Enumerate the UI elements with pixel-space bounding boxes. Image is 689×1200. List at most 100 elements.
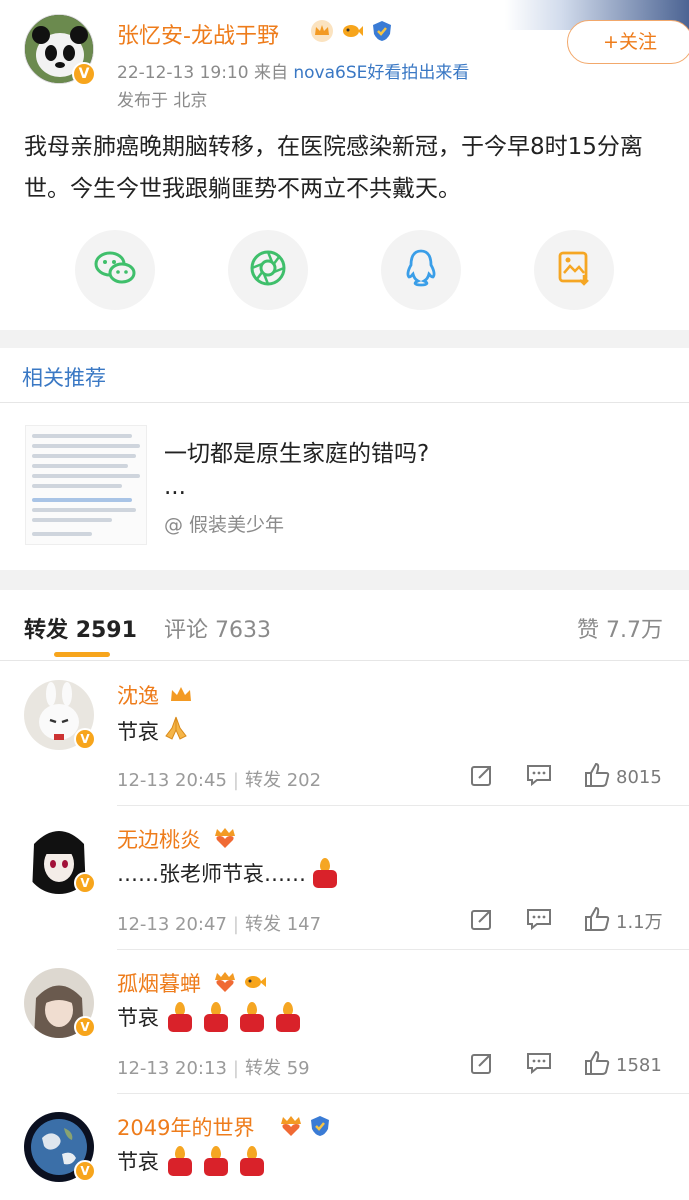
- repost-button[interactable]: [470, 906, 494, 936]
- author-badges: [310, 19, 394, 43]
- share-arrow-icon: [470, 763, 494, 791]
- related-thumbnail[interactable]: [25, 425, 147, 545]
- commenter-badges: [278, 1114, 332, 1142]
- comment-text-content: 节哀: [117, 720, 159, 744]
- comment-time: 12-13 20:47: [117, 914, 227, 935]
- like-button[interactable]: 1.1万: [584, 906, 663, 936]
- share-arrow-icon: [470, 907, 494, 935]
- comment-text-content: 节哀: [117, 1006, 159, 1030]
- share-wechat-button[interactable]: [75, 230, 155, 310]
- fish-badge-icon: [340, 19, 364, 43]
- heart-crown-badge-icon: [212, 826, 238, 854]
- verified-badge-icon: V: [74, 728, 96, 750]
- verified-badge-icon: V: [74, 872, 96, 894]
- repost-button[interactable]: [470, 1050, 494, 1080]
- tab-repost-count: 2591: [75, 618, 137, 643]
- thumbs-up-icon: [584, 1050, 610, 1080]
- repost-item: V 无边桃炎 ……张老师节哀…… 12-13 20:47 | 转发 147 1.1万: [0, 806, 689, 950]
- post-meta: 22-12-13 19:10 来自 nova6SE好看拍出来看: [117, 58, 469, 83]
- commenter-name[interactable]: 沈逸: [117, 680, 159, 710]
- comment-bubble-icon: [526, 907, 552, 935]
- related-section-title: 相关推荐: [22, 366, 106, 390]
- interaction-tabs: 转发 2591 评论 7633 赞 7.7万: [0, 590, 689, 662]
- follow-button[interactable]: +关注: [567, 20, 689, 64]
- tab-like[interactable]: 赞 7.7万: [577, 612, 663, 644]
- candle-emoji-icon: [203, 1146, 229, 1176]
- like-button[interactable]: 8015: [584, 762, 662, 792]
- share-arrow-icon: [470, 1051, 494, 1079]
- save-image-button[interactable]: [534, 230, 614, 310]
- author-name[interactable]: 张忆安-龙战于野: [117, 18, 279, 50]
- commenter-badges: [212, 970, 268, 998]
- qq-icon: [403, 248, 439, 292]
- comment-text: ……张老师节哀……: [117, 858, 348, 888]
- repost-item: V 孤烟暮蝉 节哀 12-13 20:13 | 转发 59 1581: [0, 950, 689, 1094]
- weibo-post: V 张忆安-龙战于野 +关注 22-12-13 19:10 来自 nova6SE…: [0, 0, 689, 330]
- heart-crown-badge-icon: [278, 1114, 304, 1142]
- share-row: [0, 230, 689, 310]
- shield-badge-icon: [308, 1114, 332, 1142]
- commenter-name[interactable]: 2049年的世界: [117, 1112, 254, 1142]
- tab-comment-label: 评论: [164, 618, 209, 643]
- tab-comment-count: 7633: [215, 618, 272, 643]
- comment-actions: 1.1万: [466, 906, 676, 936]
- post-device-suffix[interactable]: 好看拍出来看: [367, 63, 469, 83]
- tab-repost[interactable]: 转发 2591: [24, 612, 137, 644]
- comment-time: 12-13 20:45: [117, 770, 227, 791]
- post-from-label: 来自: [253, 63, 288, 83]
- comment-text-content: ……张老师节哀……: [117, 862, 306, 886]
- share-qq-button[interactable]: [381, 230, 461, 310]
- section-divider: [0, 570, 689, 590]
- like-button[interactable]: 1581: [584, 1050, 662, 1080]
- related-divider: [0, 402, 689, 403]
- comment-repost-count: 59: [286, 1058, 310, 1079]
- candle-emoji-icon: [203, 1002, 229, 1032]
- comment-repost-count: 202: [286, 770, 322, 791]
- candle-emoji-icon: [167, 1146, 193, 1176]
- verified-badge-icon: V: [74, 1160, 96, 1182]
- save-image-icon: [556, 249, 592, 291]
- comment-actions: 8015: [466, 762, 676, 792]
- commenter-name[interactable]: 无边桃炎: [117, 824, 201, 854]
- repost-button[interactable]: [470, 762, 494, 792]
- share-moments-button[interactable]: [228, 230, 308, 310]
- post-device[interactable]: nova6SE: [293, 63, 367, 83]
- comment-repost-label: 转发: [244, 1058, 281, 1079]
- like-count: 1581: [616, 1054, 662, 1076]
- commenter-badges: [168, 682, 194, 710]
- post-body: 我母亲肺癌晚期脑转移，在医院感染新冠，于今早8时15分离世。今生今世我跟躺匪势不…: [24, 134, 643, 202]
- heart-crown-badge-icon: [212, 970, 238, 998]
- tab-comment[interactable]: 评论 7633: [164, 612, 271, 644]
- comment-button[interactable]: [526, 906, 552, 936]
- comment-button[interactable]: [526, 1050, 552, 1080]
- repost-item: V 沈逸 节哀 12-13 20:45 | 转发 202 8015: [0, 662, 689, 806]
- thumbs-up-icon: [584, 762, 610, 792]
- comment-meta: 12-13 20:13 | 转发 59: [117, 1058, 310, 1079]
- moments-icon: [248, 248, 288, 292]
- related-author[interactable]: @ 假装美少年: [164, 510, 284, 537]
- comment-button[interactable]: [526, 762, 552, 792]
- pray-emoji-icon: [161, 714, 191, 748]
- comment-actions: 1581: [466, 1050, 676, 1080]
- commenter-name[interactable]: 孤烟暮蝉: [117, 968, 201, 998]
- section-divider: [0, 330, 689, 348]
- comment-text: 节哀: [117, 714, 191, 748]
- comment-text-content: 节哀: [117, 1150, 159, 1174]
- tab-repost-label: 转发: [24, 618, 69, 643]
- repost-item: V 2049年的世界 节哀: [0, 1094, 689, 1200]
- author-avatar[interactable]: V: [24, 14, 96, 86]
- like-count: 1.1万: [616, 912, 663, 933]
- comment-text: 节哀: [117, 1002, 311, 1032]
- tab-like-count: 7.7万: [606, 618, 663, 643]
- crown-badge-icon: [168, 682, 194, 710]
- comment-bubble-icon: [526, 1051, 552, 1079]
- like-count: 8015: [616, 766, 662, 788]
- candle-emoji-icon: [275, 1002, 301, 1032]
- commenter-badges: [212, 826, 238, 854]
- post-location: 发布于 北京: [117, 91, 208, 111]
- related-headline[interactable]: 一切都是原生家庭的错吗?: [164, 434, 429, 468]
- comment-time: 12-13 20:13: [117, 1058, 227, 1079]
- comment-repost-label: 转发: [244, 770, 281, 791]
- active-tab-indicator: [54, 652, 110, 657]
- comment-repost-label: 转发: [244, 914, 281, 935]
